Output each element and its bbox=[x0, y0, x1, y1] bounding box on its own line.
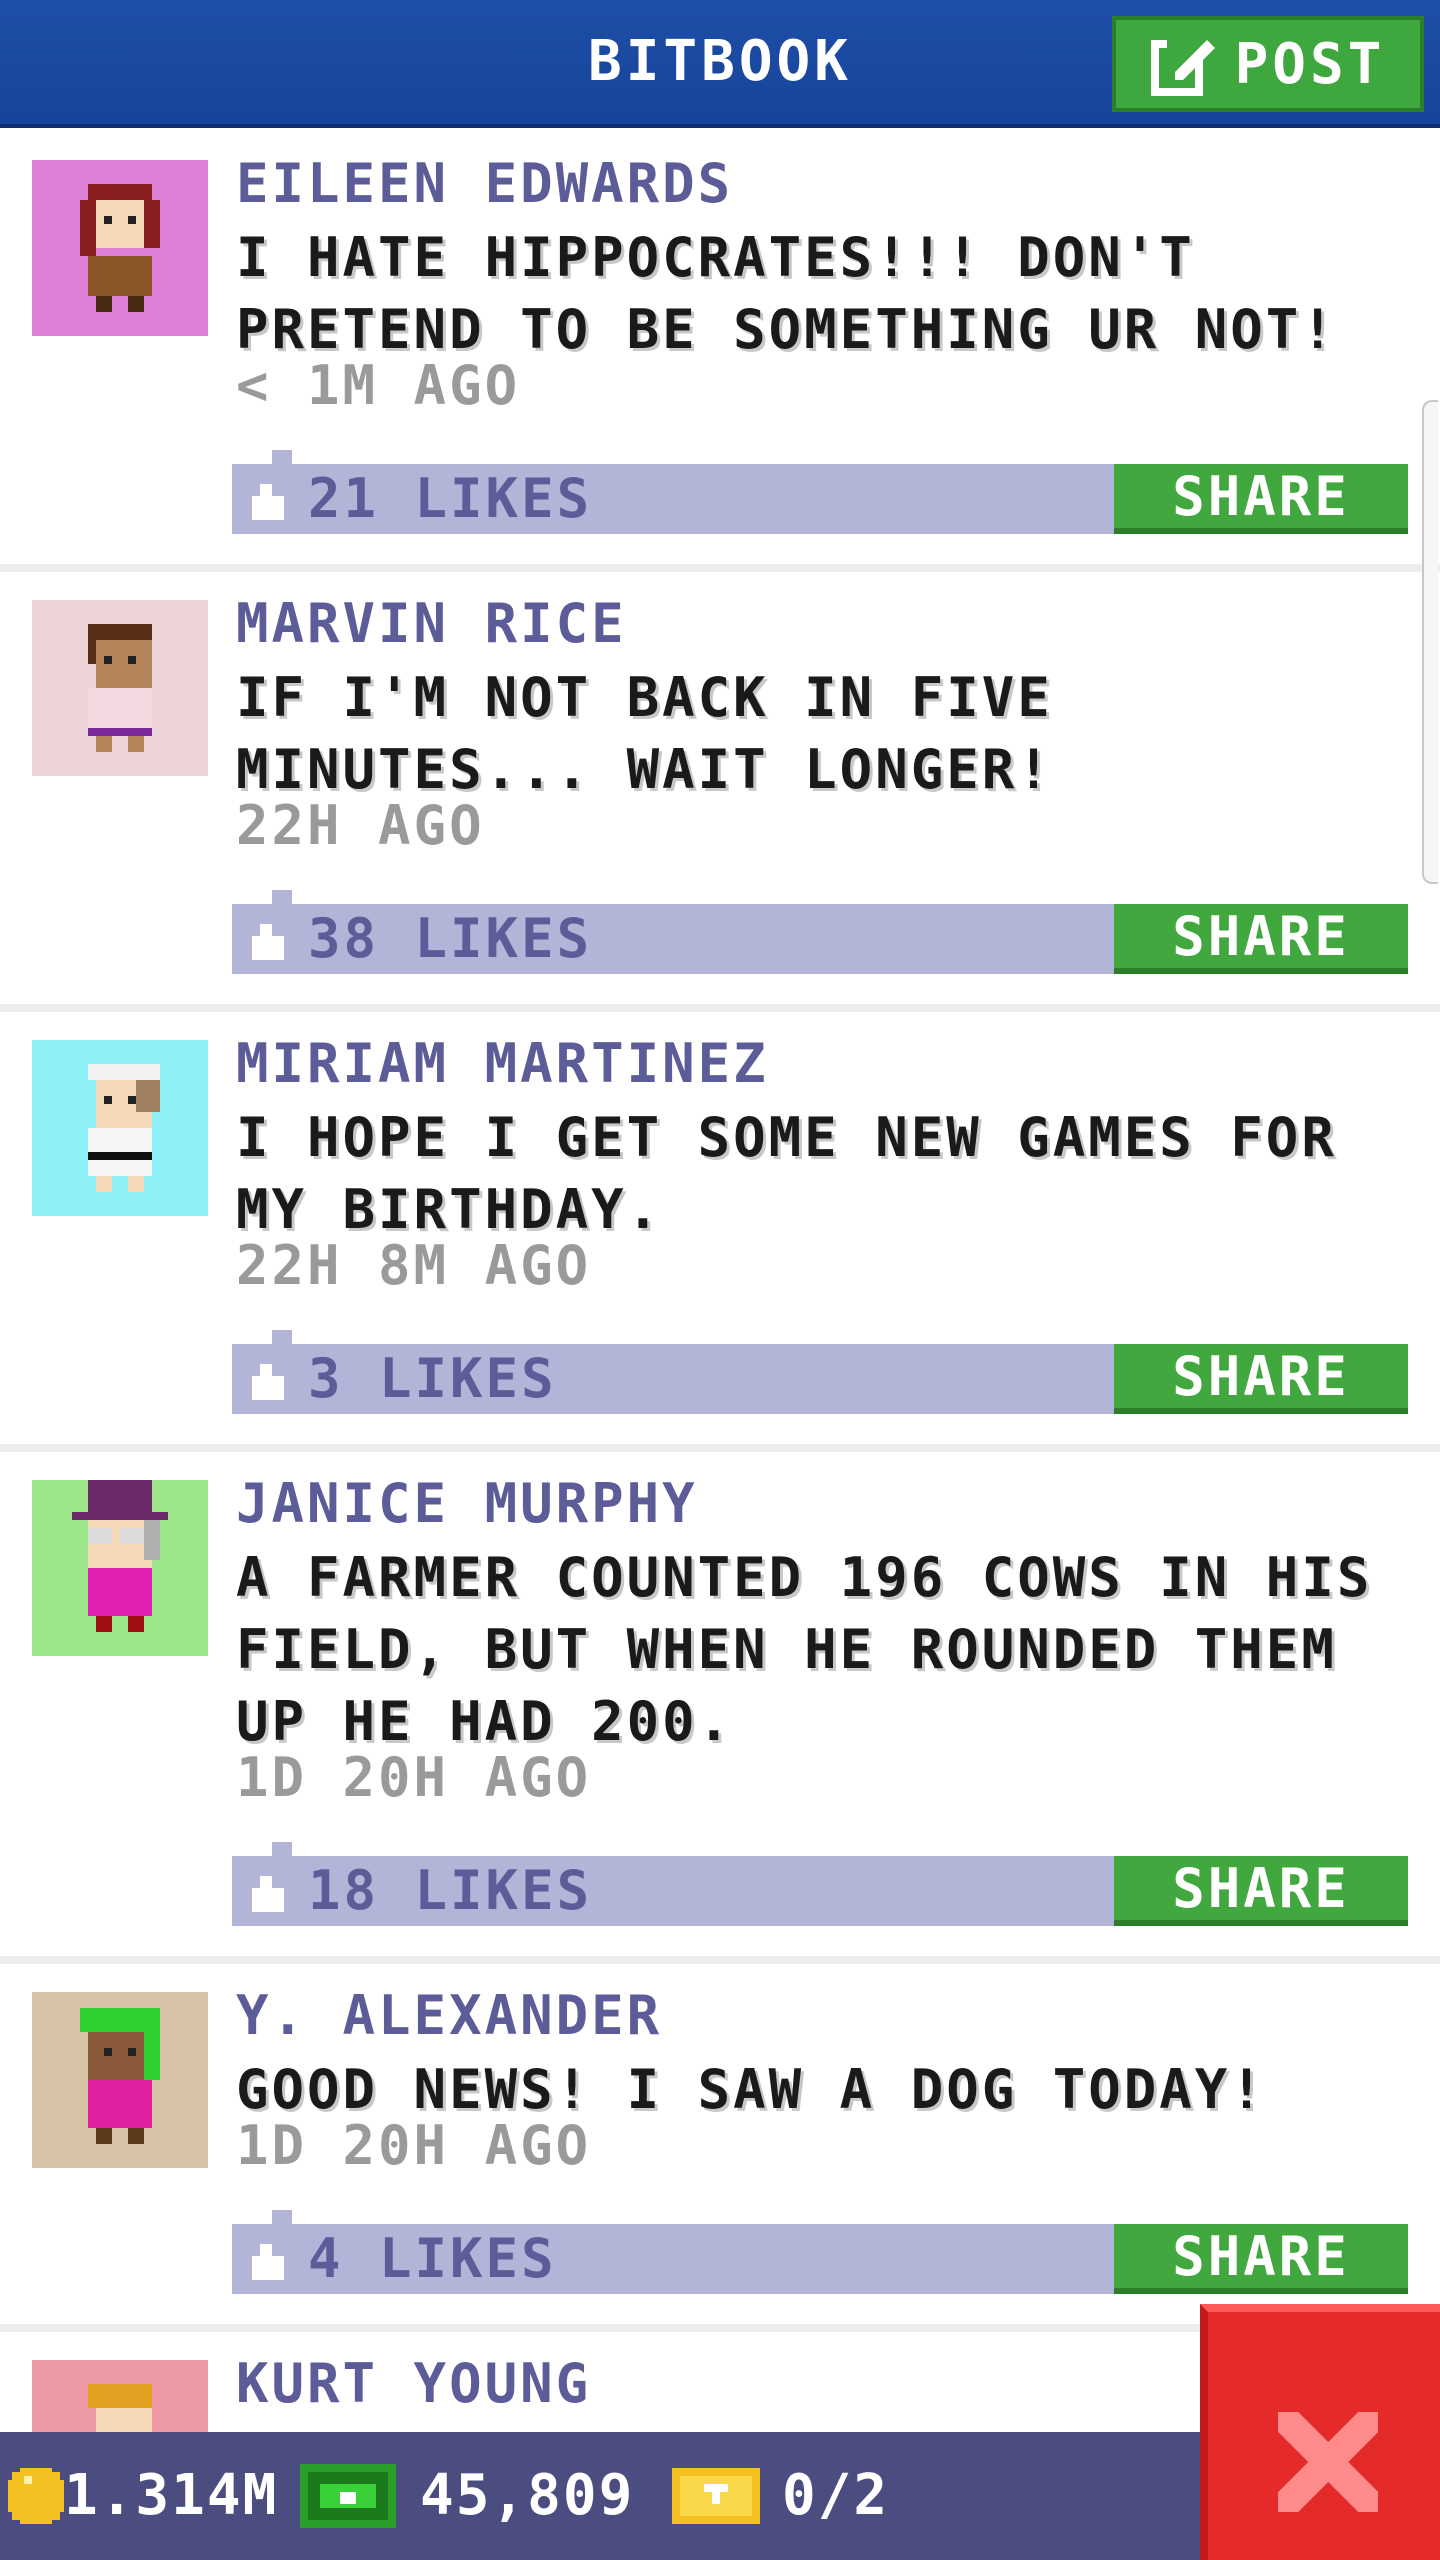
post-button[interactable]: POST bbox=[1112, 16, 1424, 112]
likes-count[interactable]: 18 LIKES bbox=[308, 1856, 592, 1926]
thumbs-up-icon bbox=[252, 484, 284, 520]
avatar bbox=[32, 600, 208, 776]
likes-bar-notch bbox=[272, 450, 292, 464]
close-button[interactable] bbox=[1200, 2304, 1440, 2560]
likes-bar: 38 LIKES SHARE bbox=[232, 890, 1408, 974]
share-button[interactable]: SHARE bbox=[1114, 904, 1408, 974]
bux-icon bbox=[300, 2464, 396, 2528]
likes-bar-notch bbox=[272, 1330, 292, 1344]
avatar bbox=[32, 160, 208, 336]
coin-icon bbox=[8, 2468, 64, 2524]
feed: EILEEN EDWARDS I HATE HIPPOCRATES!!! DON… bbox=[0, 132, 1440, 2536]
ticket-icon bbox=[672, 2468, 760, 2524]
avatar bbox=[32, 1480, 208, 1656]
likes-count[interactable]: 21 LIKES bbox=[308, 464, 592, 534]
likes-bar: 3 LIKES SHARE bbox=[232, 1330, 1408, 1414]
post-text: I HATE HIPPOCRATES!!! DON'T PRETEND TO B… bbox=[236, 226, 1337, 361]
bux-value: 45,809 bbox=[420, 2463, 635, 2528]
share-button[interactable]: SHARE bbox=[1114, 464, 1408, 534]
edit-icon bbox=[1150, 32, 1215, 96]
post-card: MIRIAM MARTINEZ I HOPE I GET SOME NEW GA… bbox=[0, 1012, 1440, 1452]
likes-bar-notch bbox=[272, 2210, 292, 2224]
thumbs-up-icon bbox=[252, 1364, 284, 1400]
author-name[interactable]: EILEEN EDWARDS bbox=[236, 152, 733, 215]
likes-bar: 21 LIKES SHARE bbox=[232, 450, 1408, 534]
close-icon bbox=[1278, 2412, 1378, 2512]
likes-bar-notch bbox=[272, 1842, 292, 1856]
post-button-label: POST bbox=[1234, 31, 1386, 97]
coins-value: 1.314M bbox=[64, 2463, 279, 2528]
thumbs-up-icon bbox=[252, 924, 284, 960]
tickets-value: 0/2 bbox=[782, 2463, 890, 2528]
scrollbar[interactable] bbox=[1422, 400, 1438, 884]
post-time: 1D 20H AGO bbox=[236, 1746, 592, 1809]
author-name[interactable]: MARVIN RICE bbox=[236, 592, 627, 655]
avatar bbox=[32, 1040, 208, 1216]
likes-count[interactable]: 3 LIKES bbox=[308, 1344, 557, 1414]
thumbs-up-icon bbox=[252, 1876, 284, 1912]
post-text: I HOPE I GET SOME NEW GAMES FOR MY BIRTH… bbox=[236, 1106, 1337, 1241]
avatar bbox=[32, 1992, 208, 2168]
likes-count[interactable]: 38 LIKES bbox=[308, 904, 592, 974]
post-card: JANICE MURPHY A FARMER COUNTED 196 COWS … bbox=[0, 1452, 1440, 1964]
author-name[interactable]: JANICE MURPHY bbox=[236, 1472, 698, 1535]
post-card: EILEEN EDWARDS I HATE HIPPOCRATES!!! DON… bbox=[0, 132, 1440, 572]
post-text: IF I'M NOT BACK IN FIVE MINUTES... WAIT … bbox=[236, 666, 1053, 801]
share-button[interactable]: SHARE bbox=[1114, 2224, 1408, 2294]
likes-bar-notch bbox=[272, 890, 292, 904]
post-time: < 1M AGO bbox=[236, 354, 521, 417]
post-card: MARVIN RICE IF I'M NOT BACK IN FIVE MINU… bbox=[0, 572, 1440, 1012]
author-name[interactable]: Y. ALEXANDER bbox=[236, 1984, 662, 2047]
post-text: A FARMER COUNTED 196 COWS IN HIS FIELD, … bbox=[236, 1546, 1373, 1753]
likes-bar: 4 LIKES SHARE bbox=[232, 2210, 1408, 2294]
likes-bar: 18 LIKES SHARE bbox=[232, 1842, 1408, 1926]
author-name[interactable]: MIRIAM MARTINEZ bbox=[236, 1032, 769, 1095]
author-name[interactable]: KURT YOUNG bbox=[236, 2352, 591, 2415]
post-card: Y. ALEXANDER GOOD NEWS! I SAW A DOG TODA… bbox=[0, 1964, 1440, 2332]
likes-count[interactable]: 4 LIKES bbox=[308, 2224, 557, 2294]
thumbs-up-icon bbox=[252, 2244, 284, 2280]
post-time: 22H 8M AGO bbox=[236, 1234, 592, 1297]
share-button[interactable]: SHARE bbox=[1114, 1856, 1408, 1926]
share-button[interactable]: SHARE bbox=[1114, 1344, 1408, 1414]
post-time: 1D 20H AGO bbox=[236, 2114, 592, 2177]
app-header: BITBOOK POST bbox=[0, 0, 1440, 128]
post-time: 22H AGO bbox=[236, 794, 485, 857]
